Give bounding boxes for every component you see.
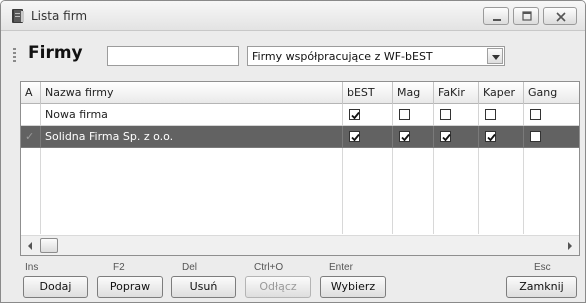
module-checkbox-gang[interactable] bbox=[530, 109, 541, 120]
scroll-left-icon[interactable] bbox=[23, 239, 37, 253]
detach-button[interactable]: Odłącz bbox=[245, 276, 311, 298]
column-header-a[interactable]: A bbox=[21, 82, 41, 104]
grid-header: A Nazwa firmy bEST Mag FaKir Kaper Gang bbox=[21, 82, 579, 104]
section-title: Firmy bbox=[28, 43, 83, 63]
module-checkbox-gang[interactable] bbox=[530, 131, 541, 142]
toolbar-grip[interactable] bbox=[13, 48, 16, 62]
title-bar: Lista firm bbox=[1, 1, 585, 31]
minimize-button[interactable] bbox=[483, 7, 509, 25]
company-list-window: Lista firm Firmy Firmy współpracujące z … bbox=[0, 0, 586, 303]
checkmark-icon bbox=[487, 133, 496, 142]
column-header-gang[interactable]: Gang bbox=[524, 82, 579, 104]
minimize-icon bbox=[493, 19, 501, 21]
module-checkbox-mag[interactable] bbox=[399, 109, 410, 120]
filter-select[interactable]: Firmy współpracujące z WF-bEST bbox=[247, 46, 505, 66]
scroll-right-icon[interactable] bbox=[563, 239, 577, 253]
module-cell-kaper bbox=[479, 126, 524, 148]
delete-shortcut-label: Del bbox=[182, 262, 198, 273]
company-name-cell[interactable]: Nowa firma bbox=[41, 104, 343, 126]
company-name-cell[interactable]: Solidna Firma Sp. z o.o. bbox=[41, 126, 343, 148]
close-icon bbox=[556, 12, 566, 22]
module-checkbox-kaper[interactable] bbox=[485, 109, 496, 120]
company-grid: A Nazwa firmy bEST Mag FaKir Kaper Gang … bbox=[20, 81, 580, 256]
add-button[interactable]: Dodaj bbox=[23, 276, 88, 298]
column-header-company-name[interactable]: Nazwa firmy bbox=[41, 82, 343, 104]
checkmark-icon bbox=[351, 111, 360, 120]
module-cell-fakir bbox=[434, 126, 479, 148]
module-cell-mag bbox=[393, 126, 434, 148]
row-status-cell bbox=[21, 104, 41, 126]
horizontal-scrollbar[interactable] bbox=[21, 235, 579, 255]
column-header-mag[interactable]: Mag bbox=[393, 82, 434, 104]
filter-select-value: Firmy współpracujące z WF-bEST bbox=[252, 50, 433, 63]
column-header-best[interactable]: bEST bbox=[343, 82, 393, 104]
module-cell-fakir bbox=[434, 104, 479, 126]
scrollbar-thumb[interactable] bbox=[40, 238, 58, 253]
column-header-fakir[interactable]: FaKir bbox=[434, 82, 479, 104]
module-cell-mag bbox=[393, 104, 434, 126]
table-row[interactable]: ✓ Solidna Firma Sp. z o.o. bbox=[21, 126, 579, 148]
module-checkbox-best[interactable] bbox=[349, 131, 360, 142]
detach-shortcut-label: Ctrl+O bbox=[254, 262, 284, 273]
toolbar: Firmy Firmy współpracujące z WF-bEST bbox=[1, 32, 585, 78]
module-cell-gang bbox=[524, 126, 579, 148]
module-cell-best bbox=[343, 104, 393, 126]
delete-button[interactable]: Usuń bbox=[171, 276, 236, 298]
add-shortcut-label: Ins bbox=[25, 262, 39, 273]
edit-button[interactable]: Popraw bbox=[97, 276, 163, 298]
maximize-button[interactable] bbox=[513, 7, 539, 25]
search-input[interactable] bbox=[107, 46, 239, 66]
checkmark-icon bbox=[351, 133, 360, 142]
select-button[interactable]: Wybierz bbox=[320, 276, 386, 298]
module-checkbox-best[interactable] bbox=[349, 109, 360, 120]
module-cell-best bbox=[343, 126, 393, 148]
module-checkbox-kaper[interactable] bbox=[485, 131, 496, 142]
close-button[interactable]: Zamknij bbox=[506, 276, 577, 298]
module-cell-gang bbox=[524, 104, 579, 126]
table-row[interactable]: Nowa firma bbox=[21, 104, 579, 126]
book-icon bbox=[10, 8, 26, 24]
row-status-cell: ✓ bbox=[21, 126, 41, 148]
select-shortcut-label: Enter bbox=[329, 262, 353, 273]
module-checkbox-fakir[interactable] bbox=[440, 131, 451, 142]
close-shortcut-label: Esc bbox=[534, 262, 551, 273]
chevron-down-icon bbox=[492, 55, 500, 60]
checkmark-icon bbox=[401, 133, 410, 142]
module-checkbox-mag[interactable] bbox=[399, 131, 410, 142]
edit-shortcut-label: F2 bbox=[113, 262, 125, 273]
window-title: Lista firm bbox=[31, 9, 88, 23]
module-checkbox-fakir[interactable] bbox=[440, 109, 451, 120]
column-header-kaper[interactable]: Kaper bbox=[479, 82, 524, 104]
close-window-button[interactable] bbox=[543, 7, 577, 25]
checkmark-icon bbox=[442, 133, 451, 142]
filter-dropdown-button[interactable] bbox=[487, 48, 503, 64]
module-cell-kaper bbox=[479, 104, 524, 126]
maximize-icon bbox=[522, 11, 532, 21]
